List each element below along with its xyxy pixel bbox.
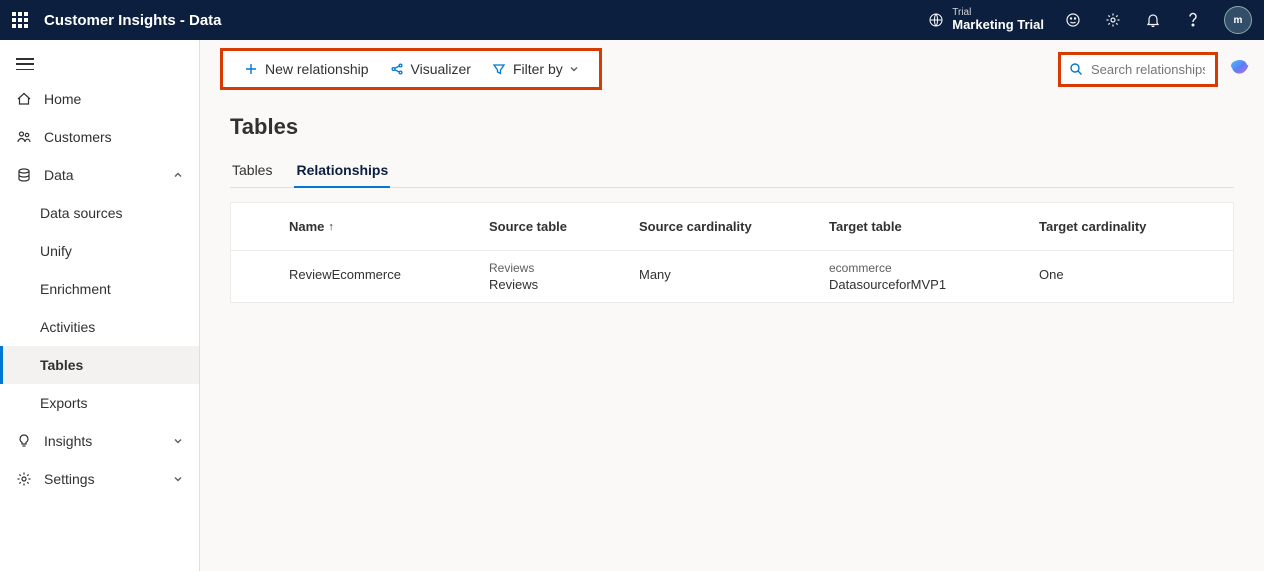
col-source-table[interactable]: Source table bbox=[481, 203, 631, 250]
row-target-sub: ecommerce bbox=[829, 261, 1023, 275]
filter-icon bbox=[491, 61, 507, 77]
tabs: Tables Relationships bbox=[230, 154, 1234, 188]
env-label: Trial bbox=[952, 7, 1044, 18]
share-icon bbox=[389, 61, 405, 77]
sidebar-item-label: Tables bbox=[40, 357, 83, 373]
chevron-up-icon bbox=[173, 170, 183, 180]
sidebar-item-label: Enrichment bbox=[40, 281, 111, 297]
sidebar-item-unify[interactable]: Unify bbox=[0, 232, 199, 270]
app-launcher-icon[interactable] bbox=[12, 12, 28, 28]
globe-icon bbox=[928, 12, 944, 28]
home-icon bbox=[16, 91, 32, 107]
col-target-cardinality[interactable]: Target cardinality bbox=[1031, 203, 1191, 250]
search-highlight bbox=[1058, 52, 1218, 87]
tab-tables[interactable]: Tables bbox=[230, 154, 274, 187]
sidebar-item-data[interactable]: Data bbox=[0, 156, 199, 194]
table-row[interactable]: ReviewEcommerce Reviews Reviews Many eco… bbox=[231, 251, 1233, 302]
main: New relationship Visualizer Filter by bbox=[200, 40, 1264, 571]
gear-icon[interactable] bbox=[1104, 11, 1122, 29]
sidebar-item-settings[interactable]: Settings bbox=[0, 460, 199, 498]
sidebar-item-label: Data sources bbox=[40, 205, 122, 221]
sidebar-item-tables[interactable]: Tables bbox=[0, 346, 199, 384]
avatar[interactable]: m bbox=[1224, 6, 1252, 34]
sidebar-item-customers[interactable]: Customers bbox=[0, 118, 199, 156]
environment-picker[interactable]: Trial Marketing Trial bbox=[928, 7, 1044, 32]
customers-icon bbox=[16, 129, 32, 145]
smiley-icon[interactable] bbox=[1064, 11, 1082, 29]
lightbulb-icon bbox=[16, 433, 32, 449]
env-name: Marketing Trial bbox=[952, 18, 1044, 32]
filter-by-button[interactable]: Filter by bbox=[481, 57, 589, 81]
sidebar-item-label: Home bbox=[44, 91, 81, 107]
row-source-cardinality: Many bbox=[639, 267, 671, 282]
row-target-main: DatasourceforMVP1 bbox=[829, 277, 1023, 292]
sidebar-item-label: Customers bbox=[44, 129, 112, 145]
row-source-sub: Reviews bbox=[489, 261, 623, 275]
row-name: ReviewEcommerce bbox=[289, 267, 401, 282]
sidebar-item-label: Data bbox=[44, 167, 74, 183]
chevron-down-icon bbox=[569, 64, 579, 74]
gear-icon bbox=[16, 471, 32, 487]
relationships-table: Name↑ Source table Source cardinality Ta… bbox=[230, 202, 1234, 303]
app-title: Customer Insights - Data bbox=[44, 12, 222, 29]
button-label: Visualizer bbox=[411, 61, 471, 77]
sidebar-item-label: Exports bbox=[40, 395, 87, 411]
topbar: Customer Insights - Data Trial Marketing… bbox=[0, 0, 1264, 40]
help-icon[interactable] bbox=[1184, 11, 1202, 29]
sidebar-item-data-sources[interactable]: Data sources bbox=[0, 194, 199, 232]
button-label: Filter by bbox=[513, 61, 563, 77]
toolbar-highlight: New relationship Visualizer Filter by bbox=[220, 48, 602, 90]
col-target-table[interactable]: Target table bbox=[821, 203, 1031, 250]
plus-icon bbox=[243, 61, 259, 77]
page-title: Tables bbox=[230, 114, 1234, 140]
tab-relationships[interactable]: Relationships bbox=[294, 154, 390, 188]
button-label: New relationship bbox=[265, 61, 369, 77]
sidebar-item-label: Settings bbox=[44, 471, 95, 487]
table-header-row: Name↑ Source table Source cardinality Ta… bbox=[231, 203, 1233, 251]
chevron-down-icon bbox=[173, 474, 183, 484]
sidebar-item-enrichment[interactable]: Enrichment bbox=[0, 270, 199, 308]
sidenav: Home Customers Data Data sources Unify E… bbox=[0, 40, 200, 571]
search-icon bbox=[1069, 61, 1083, 77]
sidebar-item-exports[interactable]: Exports bbox=[0, 384, 199, 422]
sidebar-item-activities[interactable]: Activities bbox=[0, 308, 199, 346]
avatar-initials: m bbox=[1234, 15, 1243, 26]
col-source-cardinality[interactable]: Source cardinality bbox=[631, 203, 821, 250]
new-relationship-button[interactable]: New relationship bbox=[233, 57, 379, 81]
bell-icon[interactable] bbox=[1144, 11, 1162, 29]
sidebar-item-label: Unify bbox=[40, 243, 72, 259]
sort-asc-icon: ↑ bbox=[328, 221, 334, 233]
sidebar-item-home[interactable]: Home bbox=[0, 80, 199, 118]
copilot-button[interactable] bbox=[1226, 55, 1254, 83]
sidebar-item-label: Activities bbox=[40, 319, 95, 335]
row-target-cardinality: One bbox=[1039, 267, 1064, 282]
chevron-down-icon bbox=[173, 436, 183, 446]
search-input[interactable] bbox=[1089, 61, 1207, 78]
visualizer-button[interactable]: Visualizer bbox=[379, 57, 481, 81]
row-source-main: Reviews bbox=[489, 277, 623, 292]
col-name[interactable]: Name↑ bbox=[281, 203, 481, 250]
data-icon bbox=[16, 167, 32, 183]
sidebar-item-label: Insights bbox=[44, 433, 92, 449]
sidebar-item-insights[interactable]: Insights bbox=[0, 422, 199, 460]
hamburger-toggle[interactable] bbox=[0, 48, 199, 80]
